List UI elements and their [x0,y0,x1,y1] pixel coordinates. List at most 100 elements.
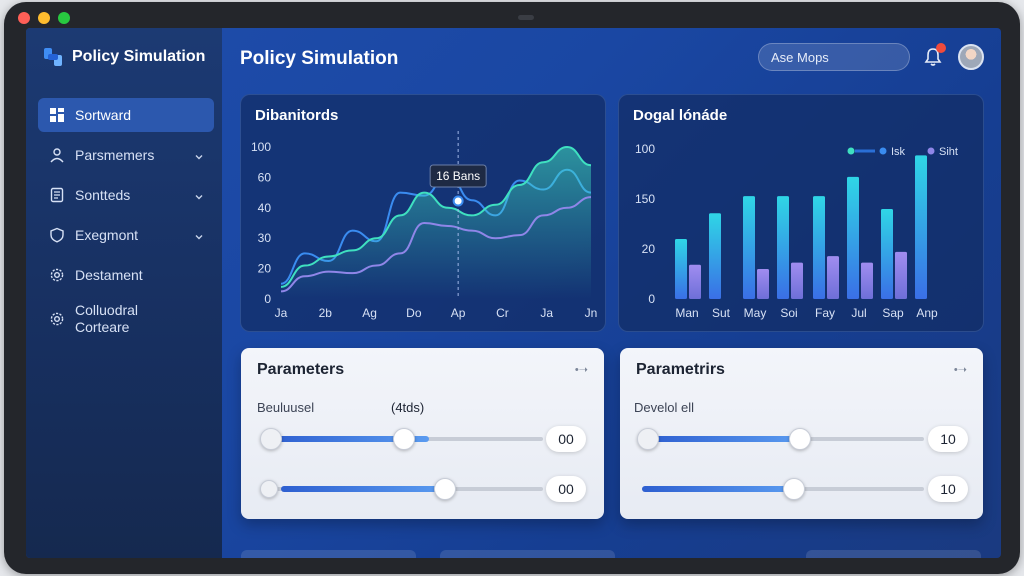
bar-series-2[interactable] [791,262,803,299]
gear-icon [48,266,66,284]
y-tick-label: 0 [264,292,271,306]
maximize-window-button[interactable] [58,12,70,24]
parameter-slider-1[interactable] [260,426,543,452]
bottom-panel-tab[interactable] [440,550,615,558]
x-tick-label: 2b [319,306,333,320]
slider-value-2[interactable]: 00 [546,476,586,502]
legend-label: Isk [891,146,906,158]
x-tick-label: Sut [712,306,731,320]
sidebar-item-label: Destament [75,267,143,283]
bar-series-2[interactable] [827,256,839,299]
slider-handle[interactable] [788,428,811,450]
sidebar: Policy Simulation Sortward Parsmemers Sont… [26,28,222,558]
bar-series-2[interactable] [757,269,769,299]
close-window-button[interactable] [18,12,30,24]
app-logo-icon [44,48,62,66]
camera-notch [518,15,534,20]
sidebar-item-4[interactable]: Destament [38,258,214,292]
slider-value-1[interactable]: 00 [546,426,586,452]
slider-handle[interactable] [393,428,416,450]
line-chart: 100 60 40 30 20 0 Ja 2b Ag Do Ap Cr Ja Jn 16 Bans [251,131,597,320]
app-brand[interactable]: Policy Simulation [42,46,205,68]
shield-icon [48,226,66,244]
sidebar-item-label: Parsmemers [75,147,155,163]
parameters-card-right: Parametrirs •➝ Develol ell 10 10 [620,348,983,519]
legend-swatch [879,147,887,155]
x-tick-label: Ap [451,306,466,320]
device-frame: Policy Simulation Sortward Parsmemers Sont… [4,2,1020,574]
slider-handle[interactable] [783,478,806,500]
slider-fill [648,436,800,442]
sidebar-item-2[interactable]: Sontteds [38,178,214,212]
parameter-slider-4[interactable] [642,476,924,502]
gear-icon [48,310,66,328]
bar-series-1[interactable] [813,196,825,299]
sidebar-nav: Sortward Parsmemers Sontteds Exegmont Destam… [38,98,214,346]
bar-chart-card: Dogal lónáde 100 150 20 0 Isk Siht Man Sut May So… [618,94,984,332]
chevron-down-icon[interactable] [194,229,204,245]
x-tick-label: Cr [496,306,509,320]
app-title: Policy Simulation [72,48,206,65]
bar-series-1[interactable] [675,239,687,299]
sidebar-item-label: Sortward [75,107,132,123]
line-chart-card: Dibanitords 100 60 40 30 20 0 Ja 2b Ag Do Ap Cr Ja Jn… [240,94,606,332]
y-tick-label: 100 [635,142,655,156]
bar-series-1[interactable] [777,196,789,299]
x-tick-label: Ag [362,306,377,320]
x-tick-label: Man [675,306,698,320]
parameters-title: Parametrirs [636,361,725,378]
slider-handle[interactable] [434,478,457,500]
parameter-slider-3[interactable] [637,426,924,452]
dashboard-icon [48,106,66,124]
x-tick-label: Soi [780,306,797,320]
search-input[interactable]: Ase Mops [758,43,910,71]
chevron-down-icon[interactable] [194,149,204,165]
page-title: Policy Simulation [240,48,399,69]
legend-swatch [847,147,855,155]
expand-arrows-icon[interactable]: •➝ [575,363,588,376]
bar-series-2[interactable] [861,262,873,299]
x-tick-label: Fay [815,306,835,320]
bar-series-1[interactable] [709,213,721,299]
tooltip-point[interactable] [452,195,464,207]
bar-series-1[interactable] [915,155,927,299]
sidebar-item-1[interactable]: Parsmemers [38,138,214,172]
y-tick-label: 0 [648,292,655,306]
slider-min-handle[interactable] [260,480,278,498]
minimize-window-button[interactable] [38,12,50,24]
bottom-panel-tab[interactable] [241,550,416,558]
window-controls [18,12,70,24]
slider-value-3[interactable]: 10 [928,426,968,452]
y-tick-label: 60 [258,170,272,184]
expand-arrows-icon[interactable]: •➝ [954,363,967,376]
parameter-label: Develol ell [634,400,694,415]
sidebar-item-0[interactable]: Sortward [38,98,214,132]
slider-value-4[interactable]: 10 [928,476,968,502]
sidebar-item-label: Exegmont [75,227,139,243]
bar-series-2[interactable] [895,251,907,299]
y-tick-label: 30 [258,231,272,245]
slider-min-handle[interactable] [260,428,282,450]
chevron-down-icon[interactable] [194,189,204,205]
bar-series-1[interactable] [743,196,755,299]
x-tick-label: Anp [916,306,938,320]
parameters-title: Parameters [257,361,345,378]
avatar[interactable] [958,44,984,70]
x-tick-label: Jul [851,306,866,320]
bar-series-2[interactable] [689,264,701,299]
app-screen: Policy Simulation Sortward Parsmemers Sont… [26,28,1001,558]
parameter-slider-2[interactable] [260,476,543,502]
sidebar-item-3[interactable]: Exegmont [38,218,214,252]
x-tick-label: Ja [275,306,288,320]
bar-series-1[interactable] [847,176,859,299]
slider-min-handle[interactable] [637,428,659,450]
bottom-panel-tab[interactable] [806,550,981,558]
legend-swatch [927,147,935,155]
x-tick-label: Do [406,306,422,320]
y-tick-label: 150 [635,192,655,206]
sidebar-item-5[interactable]: Colluodral Corteare [38,298,214,340]
y-tick-label: 100 [251,140,271,154]
document-icon [48,186,66,204]
slider-fill [642,486,795,492]
bar-series-1[interactable] [881,209,893,299]
